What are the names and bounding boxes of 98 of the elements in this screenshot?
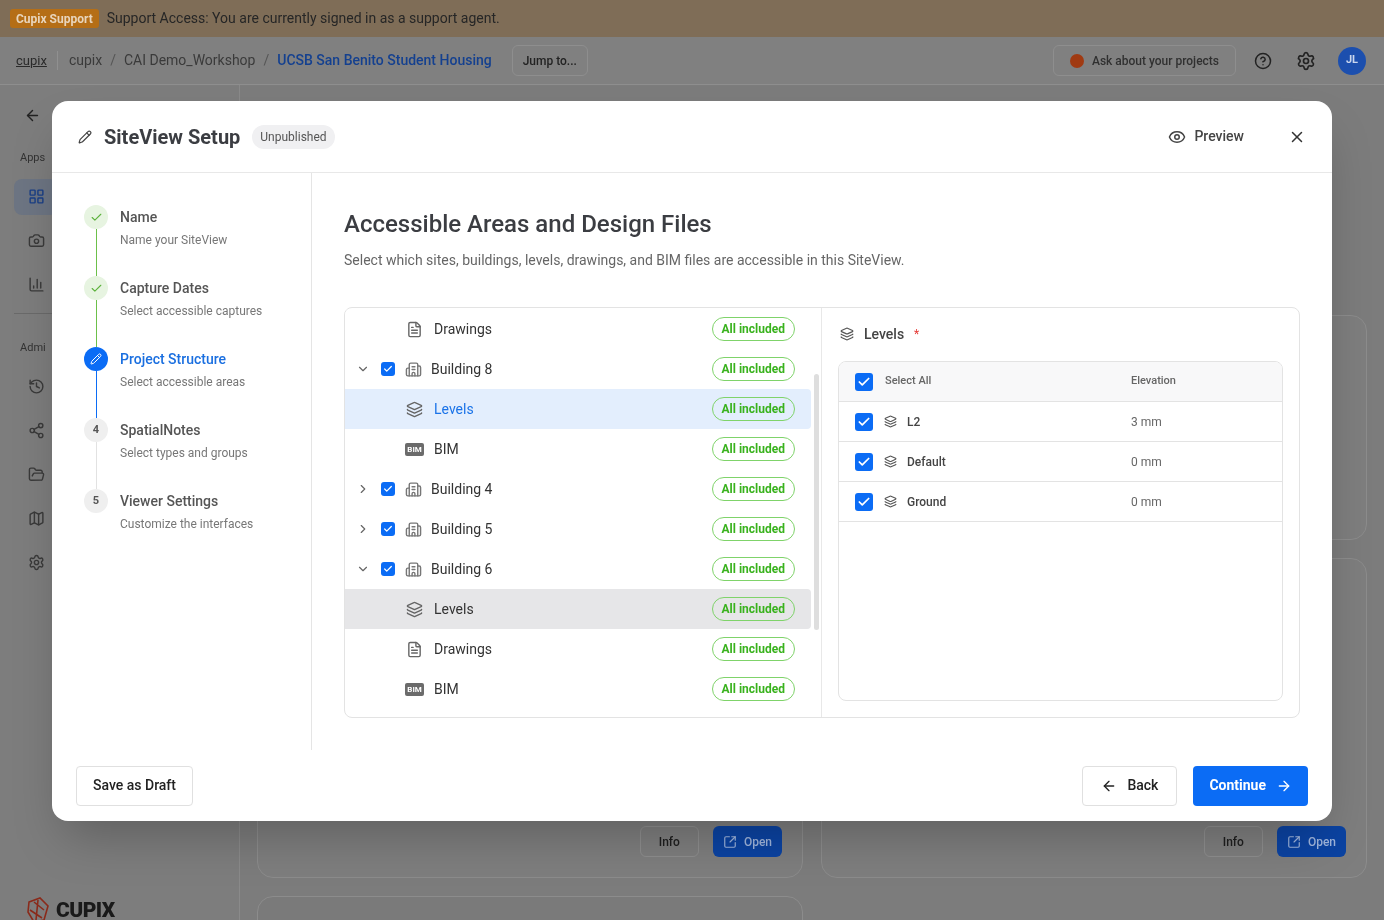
back-button[interactable]: Back: [1082, 765, 1178, 806]
logo-icon: [26, 896, 52, 920]
external-link-icon: [1286, 834, 1301, 849]
tree-label: Building 5: [431, 519, 493, 539]
tree-label: BIM: [434, 679, 459, 699]
tree-label: Building 8: [431, 359, 493, 379]
checkbox[interactable]: [381, 562, 395, 576]
building-icon: [405, 520, 422, 538]
checkbox[interactable]: [381, 362, 395, 376]
building-icon: [405, 480, 422, 498]
banner-message: Support Access: You are currently signed in as a support agent.: [106, 9, 500, 28]
table-cell-text: Ground: [907, 493, 948, 511]
checkbox[interactable]: [381, 522, 395, 536]
required-mark: *: [914, 326, 920, 343]
layers-icon: [884, 455, 897, 468]
table-cell-text: 0 mm: [1131, 493, 1162, 511]
step-title[interactable]: Capture Dates: [120, 276, 263, 300]
step-title[interactable]: Name: [120, 205, 228, 229]
section-label: Admi: [20, 339, 47, 356]
table-cell-text: 3 mm: [1131, 413, 1162, 431]
table-cell-text: L2: [907, 413, 922, 431]
grid-icon: [27, 188, 45, 205]
check-icon: [383, 484, 393, 494]
breadcrumb-separator: /: [110, 51, 116, 70]
status-badge: Unpublished: [252, 124, 335, 149]
check-icon: [383, 524, 393, 534]
tree-row[interactable]: Levels All included: [345, 589, 811, 629]
check-icon: [383, 364, 393, 374]
step-subtitle: Select accessible areas: [120, 374, 246, 391]
table-cell-text: Default: [907, 453, 947, 471]
logo-text: CUPIX: [56, 896, 115, 920]
section-description: Select which sites, buildings, levels, drawings, and BIM files are accessible in this SiteView.: [344, 251, 906, 270]
checkbox[interactable]: [855, 412, 873, 431]
user-avatar[interactable]: JL: [1338, 46, 1366, 75]
section-label: Apps: [20, 150, 47, 166]
map-icon: [27, 509, 45, 527]
bar-chart-icon: [27, 276, 45, 293]
check-icon: [383, 564, 393, 574]
section-heading: Accessible Areas and Design Files: [344, 209, 713, 240]
info-button[interactable]: Info: [1203, 826, 1263, 857]
building-icon: [405, 560, 422, 578]
help-icon[interactable]: [1254, 51, 1272, 70]
tree-label: Levels: [434, 399, 474, 419]
panel-title: Levels: [864, 324, 905, 344]
share-icon: [27, 421, 45, 439]
open-button[interactable]: Open: [1276, 826, 1346, 857]
document-icon: [406, 640, 423, 658]
step-subtitle: Select types and groups: [120, 445, 248, 462]
support-badge: Cupix Support: [10, 9, 99, 28]
checkbox[interactable]: [855, 492, 873, 511]
checkbox[interactable]: [855, 452, 873, 471]
edit-icon[interactable]: [78, 129, 92, 144]
continue-button[interactable]: Continue: [1193, 765, 1308, 806]
column-header: Elevation: [1131, 373, 1176, 390]
checkbox[interactable]: [381, 482, 395, 496]
bim-icon: BIM: [405, 682, 424, 696]
tree-label: BIM: [434, 439, 459, 459]
step-title[interactable]: Viewer Settings: [120, 489, 254, 513]
layers-icon: [884, 495, 897, 508]
step-subtitle: Name your SiteView: [120, 232, 228, 249]
building-icon: [405, 360, 422, 378]
home-link[interactable]: cupix: [16, 50, 58, 71]
sparkle-icon: [1069, 53, 1084, 68]
step-number: 5: [84, 489, 108, 513]
document-icon: [406, 320, 423, 338]
camera-icon: [27, 232, 45, 249]
settings-icon: [27, 553, 45, 571]
tree-label: Drawings: [434, 319, 493, 339]
step-subtitle: Select accessible captures: [120, 303, 263, 320]
folder-icon: [27, 465, 45, 483]
tree-label: Drawings: [434, 639, 493, 659]
table-cell-text: 0 mm: [1131, 453, 1162, 471]
back-arrow-icon[interactable]: [24, 107, 41, 124]
layers-icon: [406, 600, 423, 618]
jump-button[interactable]: Jump to...: [511, 45, 588, 76]
dialog-title: SiteView Setup: [104, 123, 241, 151]
layers-icon: [840, 327, 854, 341]
tree-label: Building 4: [431, 479, 493, 499]
tree-label: Levels: [434, 599, 474, 619]
step-title[interactable]: SpatialNotes: [120, 418, 248, 442]
settings-icon[interactable]: [1296, 50, 1316, 71]
tree-row[interactable]: Levels All included: [345, 389, 811, 429]
breadcrumb-separator: /: [263, 51, 270, 70]
info-button[interactable]: Info: [639, 826, 699, 857]
checkbox[interactable]: [855, 372, 873, 391]
step-subtitle: Customize the interfaces: [120, 516, 254, 533]
save-draft-button[interactable]: Save as Draft: [76, 765, 193, 806]
layers-icon: [406, 400, 423, 418]
history-icon: [27, 377, 45, 395]
bim-icon: BIM: [405, 442, 424, 456]
open-button[interactable]: Open: [712, 826, 782, 857]
layers-icon: [884, 415, 897, 428]
step-title[interactable]: Project Structure: [120, 347, 246, 371]
step-number: 4: [84, 418, 108, 442]
tree-label: Building 6: [431, 559, 493, 579]
column-header: Select All: [885, 373, 933, 390]
external-link-icon: [722, 834, 737, 849]
preview-button[interactable]: Preview: [1168, 126, 1244, 147]
